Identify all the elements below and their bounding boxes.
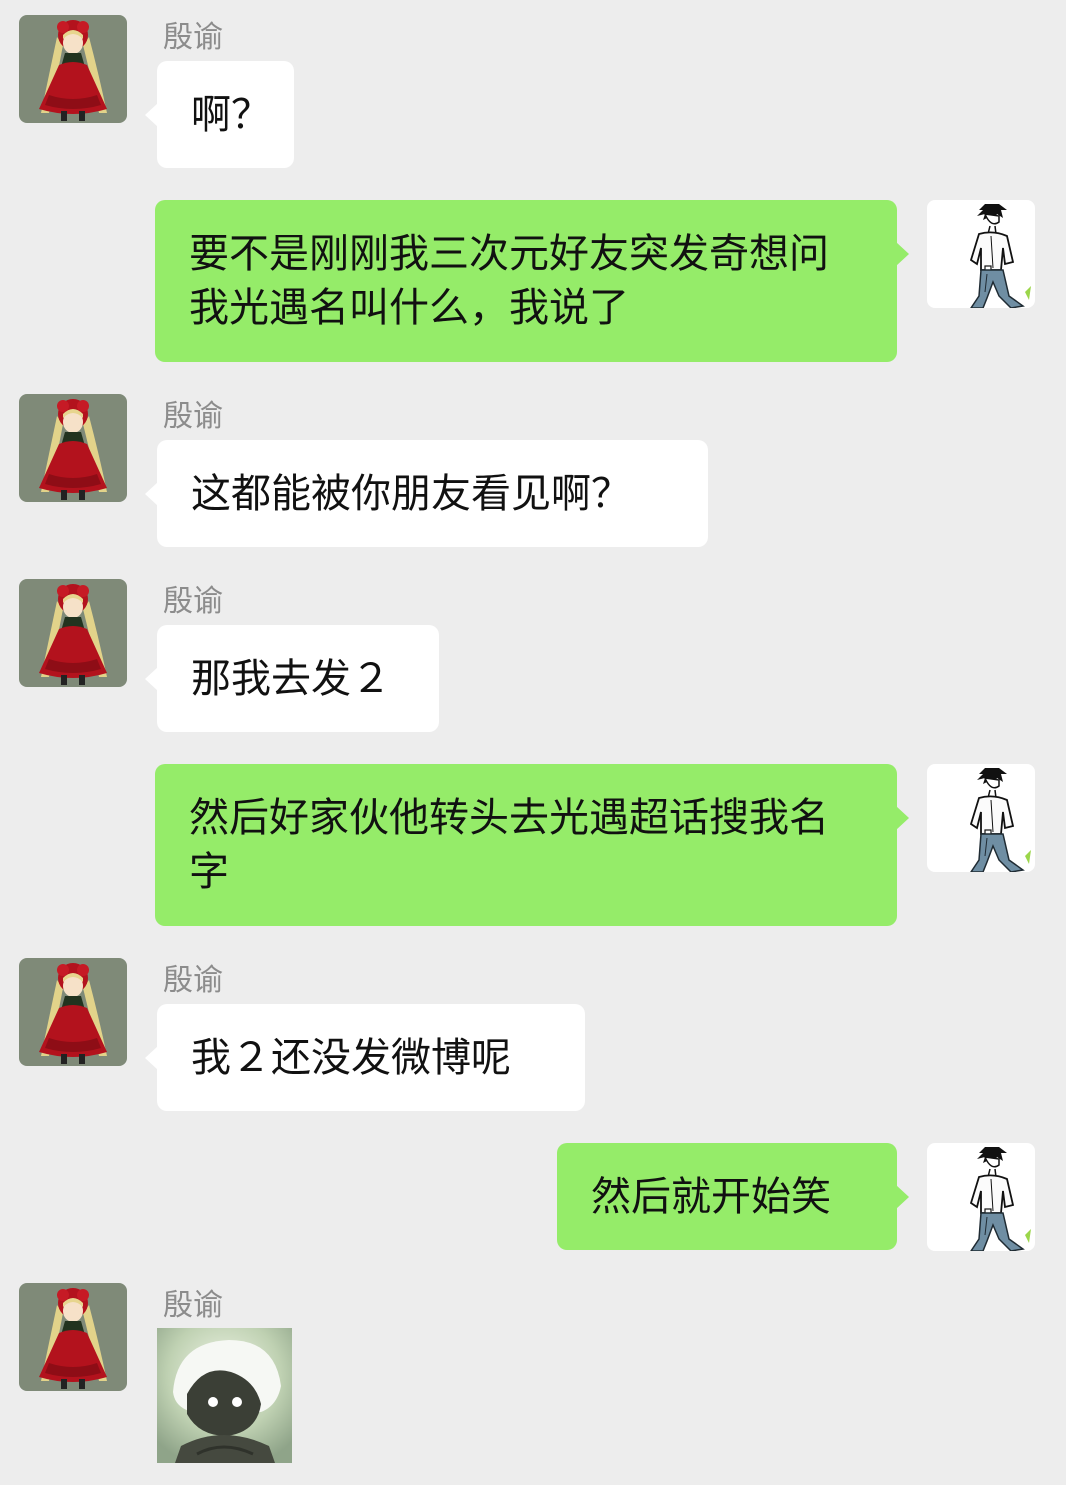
contact-avatar[interactable] [19, 15, 127, 123]
manga-boy-avatar-icon [927, 1143, 1035, 1251]
message-text: 要不是刚刚我三次元好友突发奇想问我光遇名叫什么，我说了 [189, 231, 829, 331]
sender-name: 殷谕 [163, 399, 223, 434]
message-text: 然后就开始笑 [591, 1174, 831, 1220]
red-dress-doll-avatar-icon [19, 579, 127, 687]
red-dress-doll-avatar-icon [19, 394, 127, 502]
message-text: 然后好家伙他转头去光遇超话搜我名字 [189, 795, 829, 895]
contact-avatar[interactable] [19, 958, 127, 1066]
message-bubble-incoming[interactable]: 我２还没发微博呢 [145, 1004, 585, 1111]
red-dress-doll-avatar-icon [19, 958, 127, 1066]
message-bubble-outgoing[interactable]: 然后好家伙他转头去光遇超话搜我名字 [155, 764, 909, 926]
message-bubble-incoming[interactable]: 那我去发２ [145, 625, 439, 732]
message-bubble-incoming[interactable]: 啊？ [145, 61, 294, 168]
self-avatar[interactable] [927, 200, 1035, 308]
red-dress-doll-avatar-icon [19, 15, 127, 123]
self-avatar[interactable] [927, 764, 1035, 872]
message-text: 啊？ [191, 92, 271, 138]
red-dress-doll-avatar-icon [19, 1283, 127, 1391]
manga-boy-avatar-icon [927, 200, 1035, 308]
message-bubble-incoming[interactable]: 这都能被你朋友看见啊？ [145, 440, 708, 547]
sender-name: 殷谕 [163, 1288, 223, 1323]
sender-name: 殷谕 [163, 963, 223, 998]
sky-child-sticker-icon [157, 1328, 292, 1463]
sender-name: 殷谕 [163, 584, 223, 619]
sky-child-sticker[interactable] [157, 1328, 292, 1463]
message-text: 我２还没发微博呢 [191, 1035, 511, 1081]
message-bubble-outgoing[interactable]: 要不是刚刚我三次元好友突发奇想问我光遇名叫什么，我说了 [155, 200, 909, 362]
contact-avatar[interactable] [19, 1283, 127, 1391]
self-avatar[interactable] [927, 1143, 1035, 1251]
message-bubble-outgoing[interactable]: 然后就开始笑 [557, 1143, 909, 1250]
manga-boy-avatar-icon [927, 764, 1035, 872]
message-text: 那我去发２ [191, 656, 391, 702]
message-text: 这都能被你朋友看见啊？ [191, 471, 631, 517]
contact-avatar[interactable] [19, 579, 127, 687]
sender-name: 殷谕 [163, 20, 223, 55]
contact-avatar[interactable] [19, 394, 127, 502]
